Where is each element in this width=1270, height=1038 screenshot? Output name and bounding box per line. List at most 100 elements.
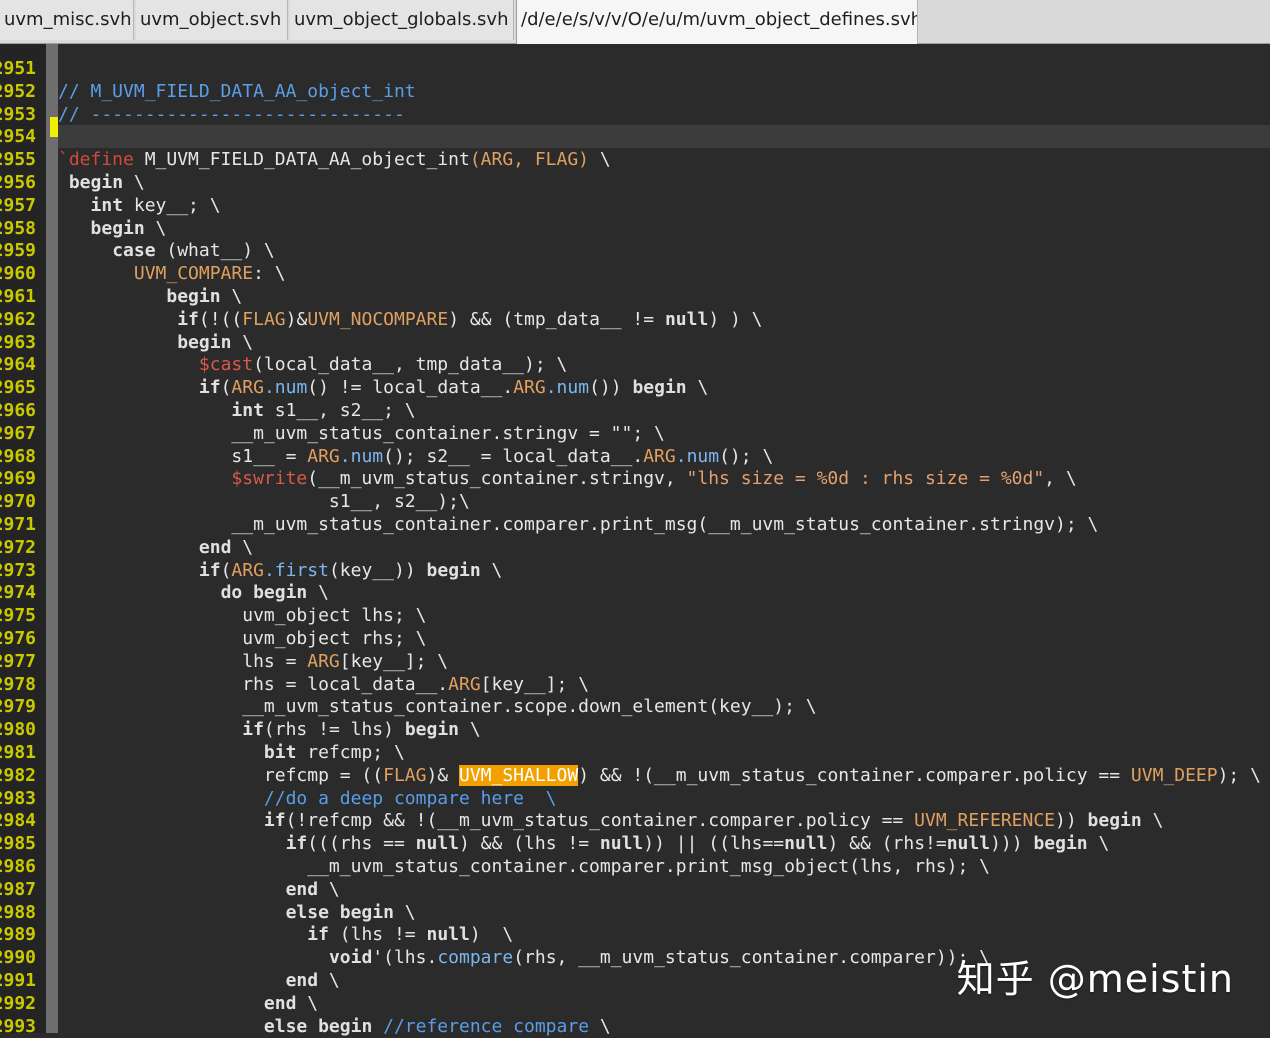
code-token: end [285, 878, 319, 900]
code-token: UVM_NOCOMPARE [307, 308, 449, 330]
code-line[interactable]: do begin \ [58, 581, 1270, 604]
code-token: \ [1087, 833, 1110, 855]
code-token: )) || ((lhs== [643, 833, 785, 855]
code-line[interactable]: $swrite(__m_uvm_status_container.stringv… [58, 467, 1270, 490]
code-token: if [285, 833, 308, 855]
code-token: ) && (rhs!= [827, 833, 947, 855]
code-line[interactable]: `define M_UVM_FIELD_DATA_AA_object_int(A… [58, 148, 1270, 171]
code-line[interactable]: s1__, s2__);\ [58, 490, 1270, 513]
code-line[interactable]: if(!refcmp && !(__m_uvm_status_container… [58, 809, 1270, 832]
code-line[interactable]: __m_uvm_status_container.comparer.print_… [58, 855, 1270, 878]
code-token: [key__]; \ [339, 650, 449, 672]
code-token: ) && !(__m_uvm_status_container.comparer… [578, 764, 1131, 786]
code-token: )& [426, 764, 459, 786]
code-token: (rhs != lhs) [263, 719, 405, 741]
code-token: ) \ [469, 924, 514, 946]
code-line[interactable]: end \ [58, 536, 1270, 559]
code-line[interactable]: begin \ [58, 331, 1270, 354]
tab-uvm-object[interactable]: uvm_object.svh [136, 0, 288, 40]
code-line[interactable]: UVM_COMPARE: \ [58, 262, 1270, 285]
code-line[interactable] [58, 125, 1270, 149]
code-token: null [946, 833, 991, 855]
code-line[interactable]: s1__ = ARG.num(); s2__ = local_data__.AR… [58, 445, 1270, 468]
code-line[interactable]: lhs = ARG[key__]; \ [58, 650, 1270, 673]
line-number: 2954 [0, 126, 36, 148]
code-token: begin [404, 719, 459, 741]
code-line[interactable]: if(ARG.first(key__)) begin \ [58, 559, 1270, 582]
code-line[interactable]: else begin //reference compare \ [58, 1015, 1270, 1038]
line-number: 2963 [0, 331, 36, 353]
code-token: UVM_REFERENCE [914, 810, 1056, 832]
line-number: 2953 [0, 103, 36, 125]
code-line[interactable]: if(rhs != lhs) begin \ [58, 718, 1270, 741]
code-line[interactable]: __m_uvm_status_container.scope.down_elem… [58, 695, 1270, 718]
code-token: null [599, 833, 644, 855]
line-number: 2957 [0, 194, 36, 216]
code-line[interactable]: end \ [58, 878, 1270, 901]
code-token: \ [686, 377, 709, 399]
code-line[interactable]: case (what__) \ [58, 239, 1270, 262]
code-line[interactable]: //do a deep compare here \ [58, 787, 1270, 810]
code-token: else begin [285, 901, 394, 923]
code-line[interactable]: refcmp = ((FLAG)& UVM_SHALLOW) && !(__m_… [58, 764, 1270, 787]
line-number: 2951 [0, 58, 36, 79]
code-line[interactable]: uvm_object lhs; \ [58, 604, 1270, 627]
code-token: //do a deep compare here \ [263, 787, 557, 809]
code-line[interactable]: if(ARG.num() != local_data__.ARG.num()) … [58, 376, 1270, 399]
code-token: )) [1055, 810, 1088, 832]
code-token: ARG [307, 650, 340, 672]
tab-bar: uvm_misc.svh uvm_object.svh uvm_object_g… [0, 0, 1270, 44]
code-line[interactable]: else begin \ [58, 901, 1270, 924]
tab-uvm-misc[interactable]: uvm_misc.svh [0, 0, 134, 40]
code-token: "lhs size = %0d : rhs size = %0d" [686, 468, 1045, 490]
tab-uvm-object-defines[interactable]: /d/e/e/s/v/v/O/e/u/m/uvm_object_defines.… [516, 0, 918, 44]
code-line[interactable]: __m_uvm_status_container.comparer.print_… [58, 513, 1270, 536]
tab-uvm-object-globals[interactable]: uvm_object_globals.svh [290, 0, 514, 40]
code-token: ) && (lhs != [459, 833, 600, 855]
code-line[interactable]: if(((rhs == null) && (lhs != null)) || (… [58, 832, 1270, 855]
code-line[interactable]: uvm_object rhs; \ [58, 627, 1270, 650]
code-line[interactable]: $cast(local_data__, tmp_data__); \ [58, 353, 1270, 376]
code-token: FLAG [242, 308, 286, 330]
code-editor[interactable]: // M_UVM_FIELD_DATA_AA_object_int// ----… [58, 44, 1270, 1037]
line-number: 2985 [0, 833, 36, 855]
code-token: : \ [253, 263, 286, 285]
code-line[interactable]: int key__; \ [58, 194, 1270, 217]
text-cursor [50, 117, 58, 137]
code-line[interactable]: int s1__, s2__; \ [58, 399, 1270, 422]
code-line[interactable]: if(!((FLAG)&UVM_NOCOMPARE) && (tmp_data_… [58, 308, 1270, 331]
code-line[interactable] [58, 57, 1270, 80]
code-token: if [198, 559, 221, 581]
code-token: __m_uvm_status_container.comparer.print_… [58, 514, 1099, 535]
line-number: 2962 [0, 308, 36, 330]
code-line[interactable]: begin \ [58, 285, 1270, 308]
code-line[interactable]: // ----------------------------- [58, 103, 1270, 126]
code-line[interactable]: __m_uvm_status_container.stringv = ""; \ [58, 422, 1270, 445]
code-line[interactable]: if (lhs != null) \ [58, 923, 1270, 946]
code-token: begin [1087, 810, 1142, 832]
line-number: 2961 [0, 286, 36, 307]
code-line[interactable]: bit refcmp; \ [58, 741, 1270, 764]
code-token: if [307, 924, 329, 946]
line-number: 2966 [0, 400, 36, 421]
code-line[interactable]: begin \ [58, 171, 1270, 194]
line-number: 2968 [0, 445, 36, 467]
fold-margin[interactable] [46, 44, 58, 1033]
code-token: (); s2__ = local_data__. [383, 445, 644, 467]
code-line[interactable]: begin \ [58, 217, 1270, 240]
code-token: (lhs != [328, 924, 427, 946]
code-line[interactable]: rhs = local_data__.ARG[key__]; \ [58, 673, 1270, 696]
code-token: \ [307, 582, 329, 604]
code-line[interactable]: // M_UVM_FIELD_DATA_AA_object_int [58, 80, 1270, 103]
code-token: \ [296, 992, 319, 1014]
code-token: \ [220, 286, 243, 307]
line-number: 2975 [0, 605, 36, 627]
